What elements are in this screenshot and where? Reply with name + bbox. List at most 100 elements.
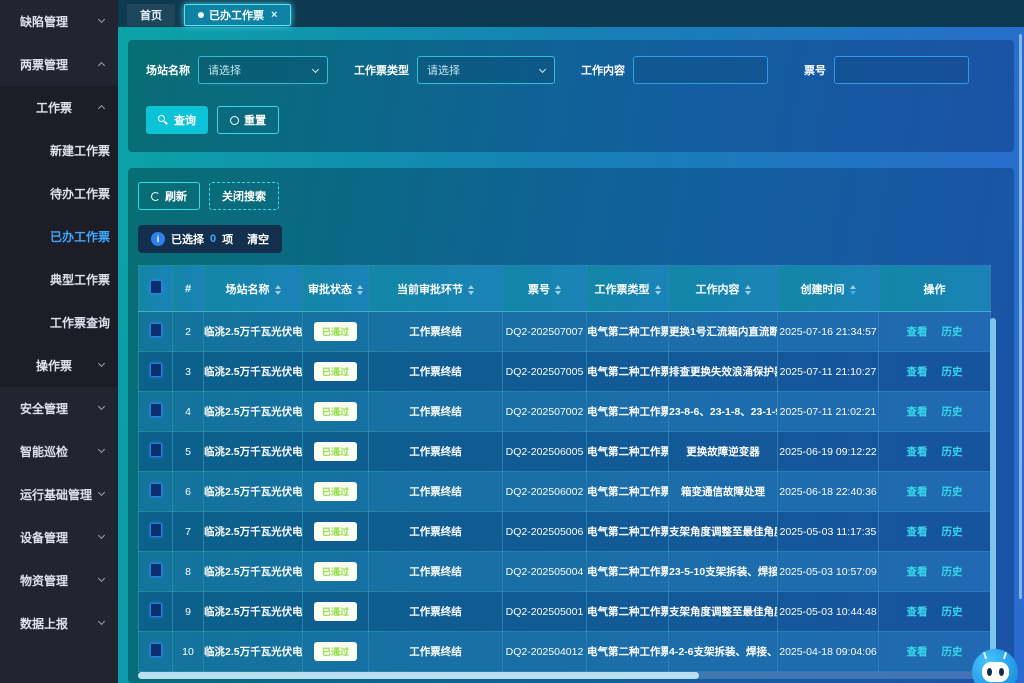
select-all-header (139, 266, 173, 312)
sort-icon[interactable] (850, 285, 856, 295)
selection-bar: 已选择 0 项 清空 (138, 225, 282, 253)
ticket-no-input[interactable] (834, 56, 969, 84)
sort-icon[interactable] (555, 285, 561, 295)
query-button[interactable]: 查询 (146, 106, 208, 134)
tab-done-work-tickets[interactable]: 已办工作票 × (184, 4, 291, 26)
ticket-type-cell: 电气第二种工作票 (587, 432, 669, 472)
table-vertical-scrollbar-thumb[interactable] (990, 318, 996, 668)
work-content-cell: 23-8-6、23-1-8、23-1-9... (669, 392, 778, 432)
work-content-input[interactable] (633, 56, 768, 84)
sidebar-item[interactable]: 新建工作票 (0, 129, 118, 172)
column-header[interactable]: 审批状态 (303, 266, 369, 312)
view-link[interactable]: 查看 (907, 486, 928, 498)
column-header[interactable]: 场站名称 (204, 266, 303, 312)
sidebar-item[interactable]: 设备管理 (0, 516, 118, 559)
tab-dot-icon (198, 12, 204, 18)
row-checkbox[interactable] (150, 483, 162, 497)
sidebar-item-label: 工作票查询 (50, 314, 110, 331)
select-all-checkbox[interactable] (150, 280, 162, 294)
sort-icon[interactable] (275, 285, 281, 295)
status-badge: 已通过 (314, 642, 357, 661)
sidebar-item[interactable]: 待办工作票 (0, 172, 118, 215)
sidebar-item-label: 操作票 (36, 357, 72, 374)
column-header[interactable]: 工作内容 (669, 266, 778, 312)
station-name-select[interactable]: 请选择 (198, 56, 328, 84)
chevron-up-icon (98, 62, 105, 69)
station-cell: 临洮2.5万千瓦光伏电... (204, 312, 303, 352)
sidebar-item[interactable]: 数据上报 (0, 602, 118, 645)
view-link[interactable]: 查看 (907, 366, 928, 378)
history-link[interactable]: 历史 (942, 646, 963, 658)
sort-icon[interactable] (655, 285, 661, 295)
view-link[interactable]: 查看 (907, 326, 928, 338)
sidebar-item[interactable]: 安全管理 (0, 387, 118, 430)
history-link[interactable]: 历史 (942, 486, 963, 498)
row-checkbox[interactable] (150, 603, 162, 617)
row-checkbox[interactable] (150, 363, 162, 377)
page-vertical-scrollbar[interactable] (1019, 34, 1022, 599)
column-header[interactable]: 当前审批环节 (369, 266, 503, 312)
view-link[interactable]: 查看 (907, 406, 928, 418)
sidebar-item[interactable]: 两票管理 (0, 43, 118, 86)
status-badge: 已通过 (314, 402, 357, 421)
ticket-type-select[interactable]: 请选择 (417, 56, 555, 84)
info-icon (151, 232, 165, 246)
column-header[interactable]: 创建时间 (778, 266, 879, 312)
sidebar-item[interactable]: 智能巡检 (0, 430, 118, 473)
selection-text-prefix: 已选择 (171, 231, 204, 247)
tab-close-icon[interactable]: × (271, 9, 277, 21)
view-link[interactable]: 查看 (907, 446, 928, 458)
row-checkbox[interactable] (150, 443, 162, 457)
refresh-button[interactable]: 刷新 (138, 182, 200, 210)
sidebar-item[interactable]: 已办工作票 (0, 215, 118, 258)
sidebar-item-label: 设备管理 (20, 529, 68, 546)
row-checkbox[interactable] (150, 523, 162, 537)
history-link[interactable]: 历史 (942, 606, 963, 618)
chevron-down-icon (98, 489, 105, 496)
column-header[interactable]: 工作票类型 (587, 266, 669, 312)
sidebar-item[interactable]: 工作票查询 (0, 301, 118, 344)
sort-icon[interactable] (468, 285, 474, 295)
sort-icon[interactable] (357, 285, 363, 295)
column-header[interactable]: 票号 (503, 266, 587, 312)
sidebar-item[interactable]: 工作票 (0, 86, 118, 129)
status-badge: 已通过 (314, 602, 357, 621)
column-label: 创建时间 (801, 284, 845, 296)
close-search-button[interactable]: 关闭搜索 (209, 182, 279, 210)
row-index: 10 (173, 632, 204, 672)
history-link[interactable]: 历史 (942, 526, 963, 538)
horizontal-scrollbar-thumb[interactable] (138, 672, 699, 679)
history-link[interactable]: 历史 (942, 406, 963, 418)
horizontal-scrollbar[interactable] (138, 672, 988, 679)
view-link[interactable]: 查看 (907, 646, 928, 658)
row-checkbox[interactable] (150, 563, 162, 577)
approval-step-cell: 工作票终结 (369, 512, 503, 552)
sidebar-item[interactable]: 操作票 (0, 344, 118, 387)
tab-home[interactable]: 首页 (127, 4, 175, 26)
chevron-down-icon (98, 360, 105, 367)
column-label: 场站名称 (226, 284, 270, 296)
sort-icon[interactable] (745, 285, 751, 295)
history-link[interactable]: 历史 (942, 566, 963, 578)
table-row: 5临洮2.5万千瓦光伏电...已通过工作票终结DQ2-202506005电气第二… (139, 432, 991, 472)
type-select-placeholder: 请选择 (427, 62, 460, 78)
sidebar-item[interactable]: 缺陷管理 (0, 0, 118, 43)
row-index: 7 (173, 512, 204, 552)
row-checkbox[interactable] (150, 403, 162, 417)
ticket-no-cell: DQ2-202506002 (503, 472, 587, 512)
row-checkbox[interactable] (150, 643, 162, 657)
view-link[interactable]: 查看 (907, 606, 928, 618)
clear-selection-link[interactable]: 清空 (247, 231, 269, 247)
sidebar-item[interactable]: 物资管理 (0, 559, 118, 602)
sidebar-item[interactable]: 运行基础管理 (0, 473, 118, 516)
view-link[interactable]: 查看 (907, 526, 928, 538)
sidebar-item[interactable]: 典型工作票 (0, 258, 118, 301)
history-link[interactable]: 历史 (942, 446, 963, 458)
row-checkbox[interactable] (150, 323, 162, 337)
history-link[interactable]: 历史 (942, 366, 963, 378)
reset-button[interactable]: 重置 (217, 106, 279, 134)
view-link[interactable]: 查看 (907, 566, 928, 578)
history-link[interactable]: 历史 (942, 326, 963, 338)
created-time-cell: 2025-06-18 22:40:36 (778, 472, 879, 512)
approval-step-cell: 工作票终结 (369, 472, 503, 512)
